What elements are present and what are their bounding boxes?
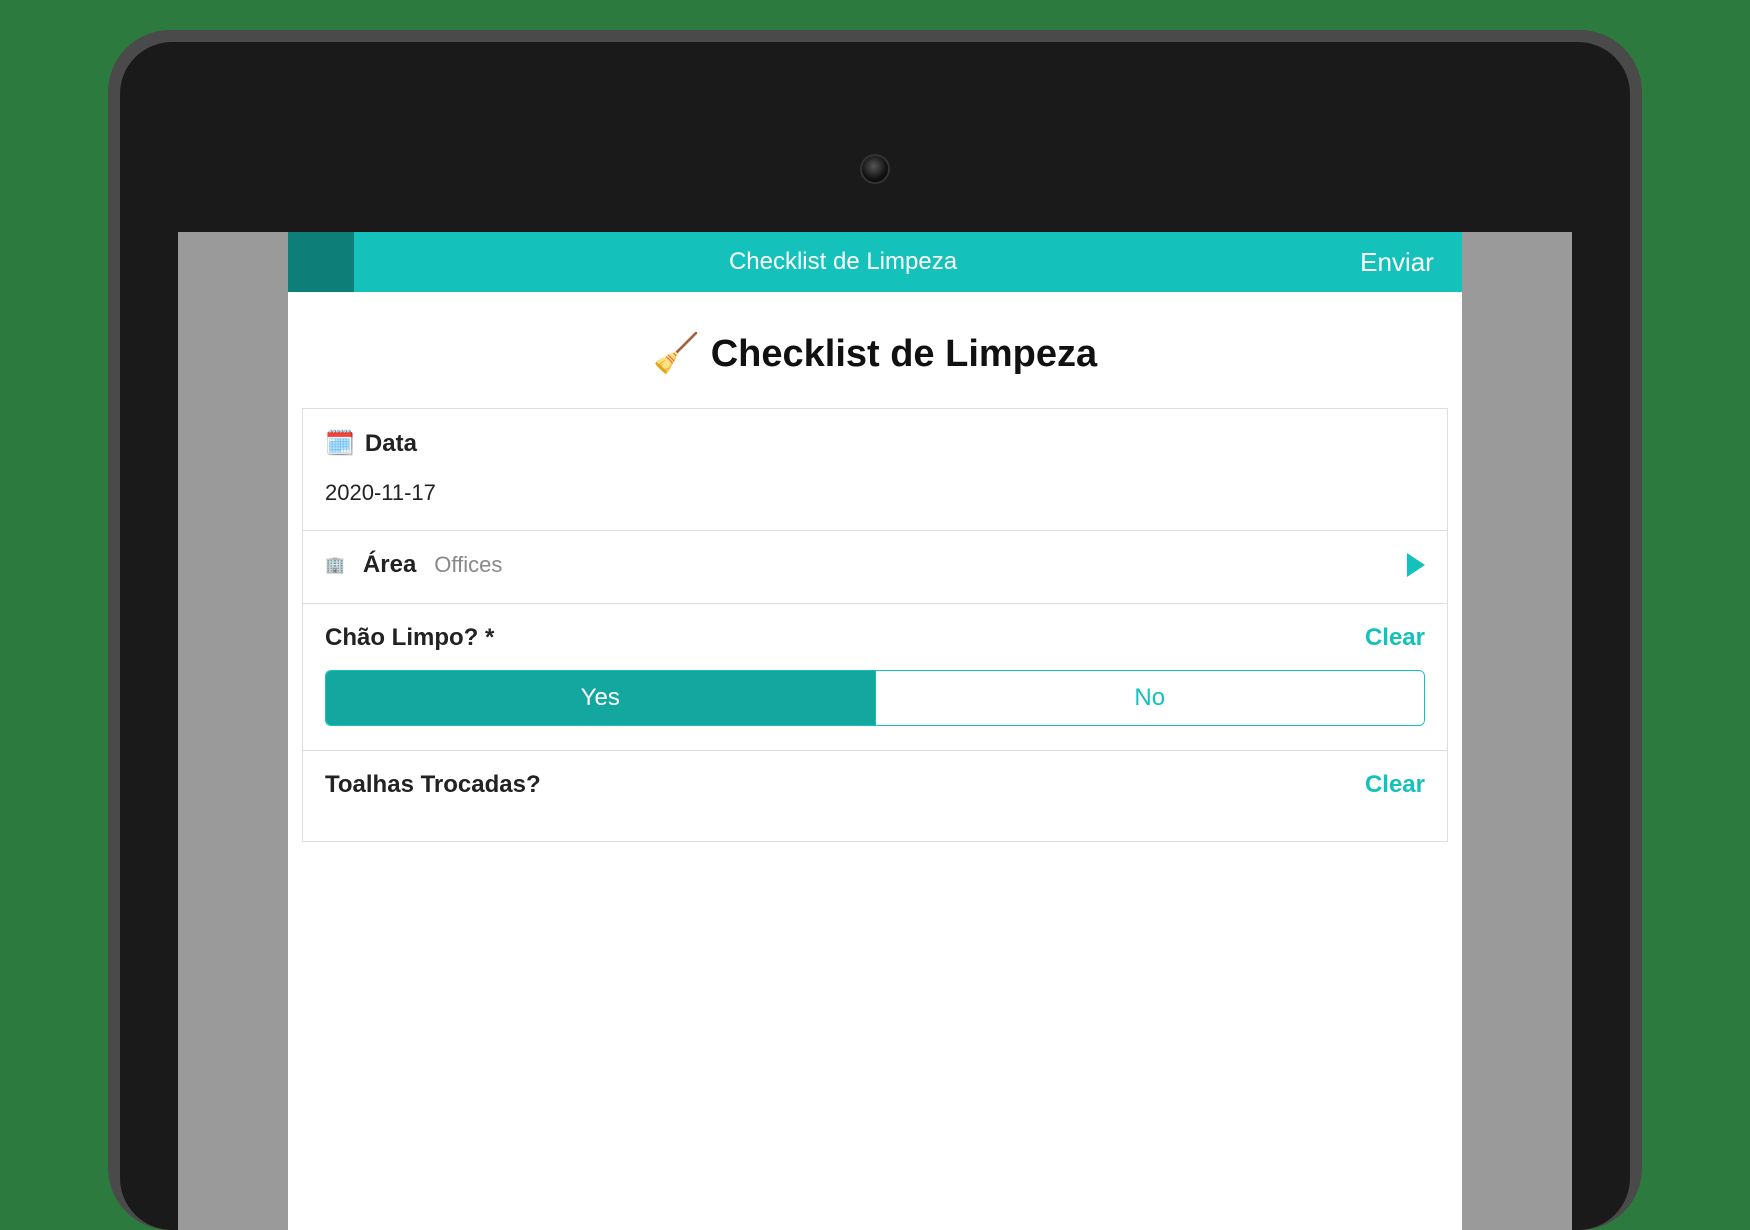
- date-label: Data: [365, 430, 417, 458]
- date-label-row: 🗓️ Data: [325, 429, 1425, 458]
- question-1-no-button[interactable]: No: [875, 671, 1425, 725]
- area-section[interactable]: 🏢 Área Offices: [303, 531, 1447, 604]
- app-header: Checklist de Limpeza Enviar: [288, 232, 1462, 292]
- tablet-frame-inner: Checklist de Limpeza Enviar 🧹 Checklist …: [120, 42, 1630, 1230]
- question-1-section: Chão Limpo? * Clear Yes No: [303, 604, 1447, 751]
- app-container: Checklist de Limpeza Enviar 🧹 Checklist …: [288, 232, 1462, 1230]
- chevron-right-icon: [1407, 553, 1425, 577]
- question-1-yes-button[interactable]: Yes: [326, 671, 875, 725]
- building-icon: 🏢: [325, 555, 345, 575]
- header-title: Checklist de Limpeza: [354, 232, 1332, 292]
- area-value: Offices: [434, 552, 502, 578]
- header-left-accent: [288, 232, 354, 292]
- page-title: 🧹 Checklist de Limpeza: [302, 292, 1448, 408]
- form-card: 🗓️ Data 2020-11-17 🏢 Área Offices: [302, 408, 1448, 842]
- camera-icon: [860, 154, 890, 184]
- tablet-frame-outer: Checklist de Limpeza Enviar 🧹 Checklist …: [108, 30, 1642, 1230]
- content-area: 🧹 Checklist de Limpeza 🗓️ Data 2020-11-1…: [288, 292, 1462, 1230]
- tablet-screen: Checklist de Limpeza Enviar 🧹 Checklist …: [178, 232, 1572, 1230]
- question-2-section: Toalhas Trocadas? Clear: [303, 751, 1447, 841]
- area-label: Área: [363, 551, 416, 579]
- date-section: 🗓️ Data 2020-11-17: [303, 409, 1447, 531]
- question-2-title: Toalhas Trocadas?: [325, 771, 541, 799]
- date-value[interactable]: 2020-11-17: [325, 480, 1425, 506]
- submit-button[interactable]: Enviar: [1332, 232, 1462, 292]
- question-2-clear-button[interactable]: Clear: [1365, 771, 1425, 799]
- question-1-clear-button[interactable]: Clear: [1365, 624, 1425, 652]
- question-1-toggle: Yes No: [325, 670, 1425, 726]
- question-1-title: Chão Limpo? *: [325, 624, 494, 652]
- calendar-icon: 🗓️: [325, 429, 355, 458]
